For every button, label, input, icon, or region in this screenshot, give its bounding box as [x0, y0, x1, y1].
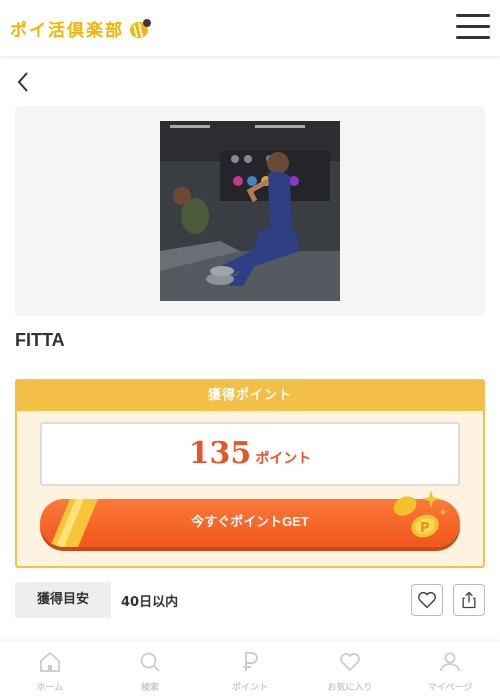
share-button[interactable] [453, 584, 485, 616]
tab-mypage-label: マイページ [427, 683, 473, 693]
search-icon [140, 652, 160, 672]
tab-points-label: ポイント [231, 683, 268, 693]
estimate-value: 40日以内 [121, 594, 179, 610]
point-value: 135 [188, 436, 252, 471]
svg-text:P: P [420, 521, 430, 536]
heart-icon [418, 591, 436, 609]
share-icon [462, 591, 476, 609]
tab-search[interactable]: 検索 [100, 642, 200, 700]
home-icon [40, 651, 60, 672]
tab-home[interactable]: ホーム [0, 642, 100, 700]
estimate-row: 獲得目安 40日以内 [15, 582, 178, 618]
coins-icon: P [393, 490, 447, 538]
back-button[interactable] [14, 70, 34, 94]
heart-icon [340, 653, 360, 672]
tab-favorites[interactable]: お気に入り [300, 642, 400, 700]
tab-favorites-label: お気に入り [327, 683, 373, 693]
point-box: 獲得ポイント 135 ポイント 今すぐポイントGET P [15, 379, 485, 568]
chevron-left-icon [17, 72, 28, 92]
point-header: 獲得ポイント [17, 381, 483, 411]
tab-search-label: 検索 [140, 683, 159, 693]
favorite-button[interactable] [411, 584, 443, 616]
point-value-box: 135 ポイント [40, 422, 460, 486]
app-header: ポイ活倶楽部 [0, 0, 500, 56]
point-unit: ポイント [255, 451, 312, 467]
logo-bee-icon [130, 18, 151, 38]
tab-home-label: ホーム [36, 683, 64, 693]
site-logo[interactable]: ポイ活倶楽部 [10, 16, 152, 41]
tab-mypage[interactable]: マイページ [400, 642, 500, 700]
user-icon [440, 652, 460, 672]
estimate-label: 獲得目安 [15, 582, 111, 618]
bottom-tab-bar: ホーム 検索 ポイント お気に入り マイページ [0, 642, 500, 700]
offer-title: FITTA [15, 330, 65, 350]
tab-points[interactable]: ポイント [200, 642, 300, 700]
point-icon [243, 652, 258, 671]
hamburger-menu-icon[interactable] [456, 14, 490, 42]
offer-image-card [15, 106, 485, 316]
logo-text: ポイ活倶楽部 [10, 21, 124, 41]
fitness-class-photo [160, 121, 340, 301]
